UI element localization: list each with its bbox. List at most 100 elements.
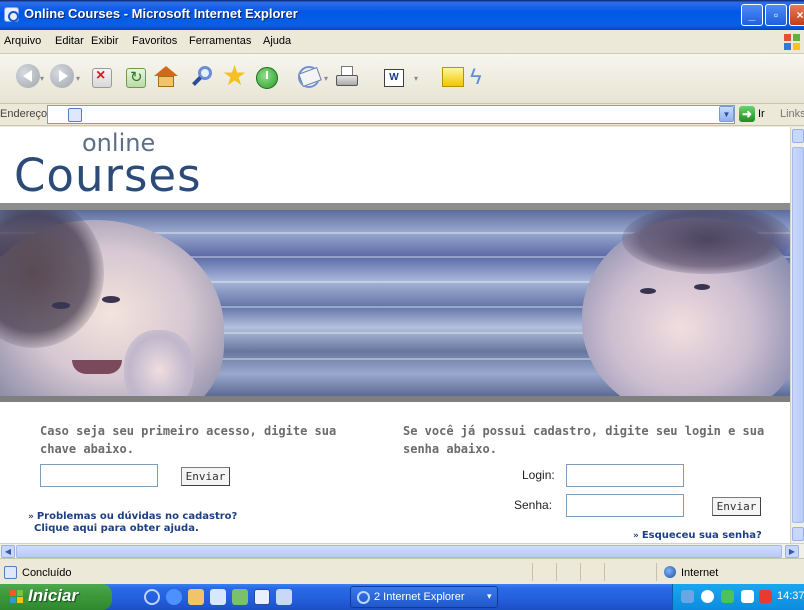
- system-clock: 14:37: [777, 590, 804, 602]
- logo-courses-text: Courses: [14, 149, 202, 202]
- menu-editar[interactable]: Editar: [55, 35, 84, 47]
- go-button[interactable]: Ir: [758, 108, 765, 120]
- forward-dropdown-icon[interactable]: ▾: [76, 74, 80, 83]
- history-icon[interactable]: [256, 67, 278, 89]
- note-icon[interactable]: [442, 67, 464, 87]
- windows-flag-icon: [10, 590, 24, 604]
- close-button[interactable]: ×: [789, 4, 804, 26]
- favorites-icon[interactable]: ★: [222, 62, 250, 90]
- browser-window: Online Courses - Microsoft Internet Expl…: [0, 0, 804, 610]
- send-key-button[interactable]: Enviar: [181, 467, 230, 486]
- taskbar-internet-explorer-group[interactable]: 2 Internet Explorer ▾: [350, 586, 498, 608]
- tray-messenger-icon[interactable]: [701, 590, 714, 603]
- banner-divider-bottom: [0, 396, 790, 402]
- help-link[interactable]: » Problemas ou dúvidas no cadastro? Cliqu…: [28, 511, 237, 535]
- status-bar: Concluído Internet: [0, 558, 804, 584]
- window-title: Online Courses - Microsoft Internet Expl…: [24, 6, 298, 21]
- address-input[interactable]: [47, 105, 735, 124]
- system-tray: 14:37: [672, 584, 804, 610]
- windows-logo-icon: [784, 34, 800, 50]
- menu-arquivo[interactable]: Arquivo: [4, 35, 41, 47]
- menu-favoritos[interactable]: Favoritos: [132, 35, 177, 47]
- ie-taskbar-icon: [357, 591, 370, 604]
- address-label: Endereço: [0, 108, 48, 120]
- toolbar: ▾ ▾ ★ ▾ W ▾ ϟ: [0, 54, 804, 104]
- page-done-icon: [4, 566, 17, 579]
- quicklaunch-word-icon[interactable]: [254, 589, 270, 605]
- refresh-icon[interactable]: [126, 68, 146, 88]
- status-text: Concluído: [22, 567, 72, 579]
- ie-app-icon[interactable]: [4, 7, 19, 22]
- messenger-icon[interactable]: ϟ: [470, 64, 498, 92]
- forgot-password-link[interactable]: » Esqueceu sua senha?: [633, 530, 762, 541]
- banner-divider-top: [0, 203, 790, 210]
- quicklaunch-notepad-icon[interactable]: [210, 589, 226, 605]
- tray-security-icon[interactable]: [721, 590, 734, 603]
- horizontal-scrollbar[interactable]: ◀ ▶: [0, 543, 804, 558]
- word-icon[interactable]: W: [384, 69, 404, 87]
- forward-button[interactable]: [50, 64, 78, 92]
- back-dropdown-icon[interactable]: ▾: [40, 74, 44, 83]
- login-label: Login:: [522, 468, 555, 482]
- hero-banner-image: [0, 210, 790, 396]
- start-label: Iniciar: [28, 586, 79, 605]
- menu-bar: Arquivo Editar Exibir Favoritos Ferramen…: [0, 30, 804, 54]
- address-bar: Endereço ▼ ➜ Ir Links: [0, 104, 804, 126]
- login-input[interactable]: [566, 464, 684, 487]
- mail-dropdown-icon[interactable]: ▾: [324, 74, 328, 83]
- mail-icon[interactable]: [298, 66, 322, 88]
- taskbar-task-label: 2 Internet Explorer: [374, 591, 465, 603]
- menu-ajuda[interactable]: Ajuda: [263, 35, 291, 47]
- internet-zone-icon: [664, 566, 676, 578]
- double-arrow-icon: »: [633, 531, 639, 541]
- double-arrow-icon: »: [28, 512, 34, 522]
- help-link-line1[interactable]: Problemas ou dúvidas no cadastro?: [37, 511, 238, 522]
- scroll-down-arrow-icon[interactable]: [792, 527, 804, 541]
- task-group-caret-icon: ▾: [487, 591, 492, 601]
- horizontal-scroll-thumb[interactable]: [16, 545, 782, 558]
- maximize-button[interactable]: ▫: [765, 4, 787, 26]
- quicklaunch-folder-icon[interactable]: [188, 589, 204, 605]
- address-dropdown-icon[interactable]: ▼: [719, 106, 734, 122]
- forgot-password-text[interactable]: Esqueceu sua senha?: [642, 530, 762, 541]
- forward-icon: [50, 64, 74, 88]
- password-label: Senha:: [514, 498, 553, 512]
- go-arrow-icon[interactable]: ➜: [739, 106, 755, 122]
- title-bar[interactable]: Online Courses - Microsoft Internet Expl…: [0, 0, 804, 30]
- vertical-scrollbar[interactable]: [790, 127, 804, 543]
- scroll-left-arrow-icon[interactable]: ◀: [1, 545, 15, 558]
- links-button[interactable]: Links: [780, 108, 804, 120]
- woman-photo: [0, 210, 224, 396]
- help-link-line2[interactable]: Clique aqui para obter ajuda.: [34, 523, 199, 534]
- registered-user-instructions: Se você já possui cadastro, digite seu l…: [403, 424, 765, 456]
- search-icon[interactable]: [190, 64, 216, 90]
- scroll-up-arrow-icon[interactable]: [792, 129, 804, 143]
- quicklaunch-ie-icon[interactable]: [144, 589, 160, 605]
- tray-volume-icon[interactable]: [741, 590, 754, 603]
- scroll-right-arrow-icon[interactable]: ▶: [785, 545, 799, 558]
- back-icon: [16, 64, 40, 88]
- login-send-button[interactable]: Enviar: [712, 497, 761, 516]
- tray-network-icon[interactable]: [681, 590, 694, 603]
- start-button[interactable]: Iniciar: [0, 584, 112, 610]
- access-key-input[interactable]: [40, 464, 158, 487]
- password-input[interactable]: [566, 494, 684, 517]
- minimize-button[interactable]: _: [741, 4, 763, 26]
- tray-media-icon[interactable]: [759, 590, 772, 603]
- menu-ferramentas[interactable]: Ferramentas: [189, 35, 251, 47]
- menu-exibir[interactable]: Exibir: [91, 35, 119, 47]
- stop-icon[interactable]: [92, 67, 112, 88]
- page-icon: [68, 108, 82, 122]
- first-access-instructions: Caso seja seu primeiro acesso, digite su…: [40, 424, 337, 456]
- security-zone-label: Internet: [681, 567, 719, 579]
- quicklaunch-browser-icon[interactable]: [166, 589, 182, 605]
- windows-taskbar: Iniciar 2 Internet Explorer ▾ 14:37: [0, 584, 804, 610]
- page-viewport: online Courses Caso seja seu primeiro ac…: [0, 127, 790, 543]
- vertical-scroll-thumb[interactable]: [792, 147, 804, 523]
- quicklaunch-document-icon[interactable]: [276, 589, 292, 605]
- quicklaunch-excel-icon[interactable]: [232, 589, 248, 605]
- edit-dropdown-icon[interactable]: ▾: [414, 74, 418, 83]
- home-icon[interactable]: [154, 66, 178, 88]
- print-icon[interactable]: [334, 66, 360, 90]
- man-photo: [582, 210, 790, 396]
